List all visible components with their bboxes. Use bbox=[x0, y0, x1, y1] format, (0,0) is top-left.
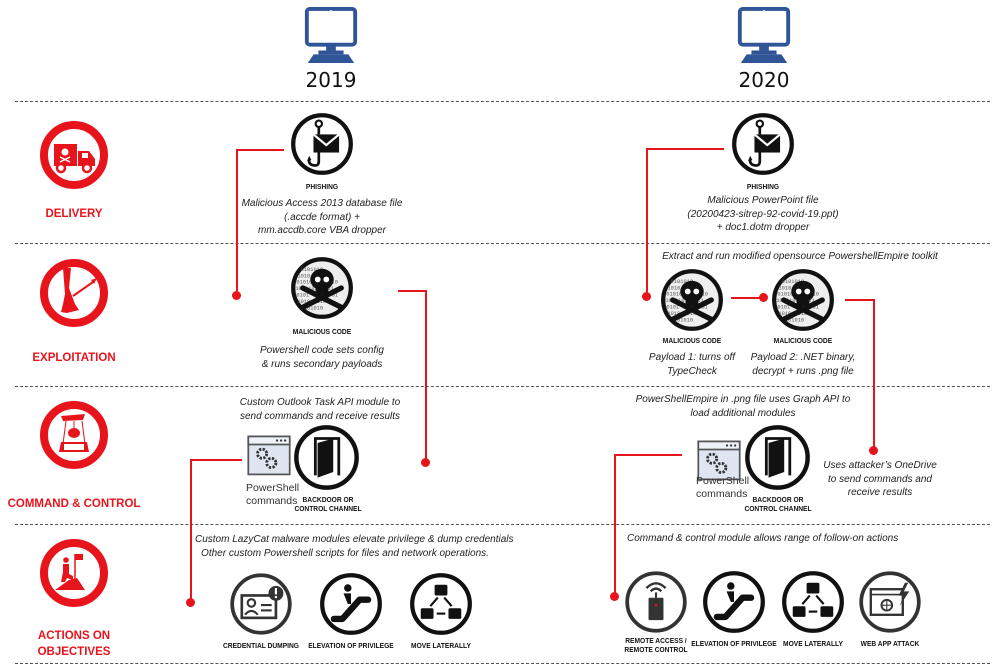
onedrive-side-note: Uses attacker’s OneDrive to send command… bbox=[815, 459, 945, 500]
connector-line bbox=[646, 148, 648, 296]
connector-dot bbox=[759, 293, 768, 302]
malware-truck-icon bbox=[39, 120, 109, 190]
backdoor-caption-2020: BACKDOOR OR CONTROL CHANNEL bbox=[731, 496, 826, 514]
description-line: & runs secondary payloads bbox=[261, 358, 383, 370]
connector-line bbox=[614, 454, 616, 597]
row-divider bbox=[15, 101, 990, 102]
credential-dumping-icon bbox=[229, 572, 293, 636]
backdoor-door-icon bbox=[293, 424, 360, 491]
move-laterally-network-icon bbox=[409, 572, 473, 636]
description-line: Powershell code sets config bbox=[260, 345, 384, 356]
caption-line: BACKDOOR OR bbox=[302, 497, 354, 504]
credential-dumping-caption: CREDENTIAL DUMPING bbox=[223, 643, 299, 650]
delivery-description-2019: Malicious Access 2013 database file (.ac… bbox=[222, 197, 422, 238]
malicious-code-caption-2019: MALICIOUS CODE bbox=[292, 329, 352, 336]
stage-label-actions-on-objectives: ACTIONS ON OBJECTIVES bbox=[0, 629, 149, 660]
remote-access-icon bbox=[624, 570, 688, 634]
year-label-2019: 2019 bbox=[305, 68, 357, 92]
stage-label-line: ACTIONS ON bbox=[37, 630, 111, 642]
web-app-attack-caption: WEB APP ATTACK bbox=[860, 641, 920, 648]
stage-label-line: OBJECTIVES bbox=[37, 645, 111, 658]
phishing-caption-2019: PHISHING bbox=[305, 184, 339, 191]
phishing-icon bbox=[731, 112, 795, 176]
malicious-code-caption-payload1: MALICIOUS CODE bbox=[662, 338, 722, 345]
description-line: (.accde format) + bbox=[284, 211, 360, 223]
label-line: PowerShell bbox=[696, 475, 750, 487]
description-line: to send commands and bbox=[828, 473, 932, 485]
connector-dot bbox=[186, 598, 195, 607]
actions-description-2019: Custom LazyCat malware modules elevate p… bbox=[195, 533, 514, 560]
stage-label-delivery: DELIVERY bbox=[45, 208, 103, 220]
description-line: decrypt + runs .png file bbox=[752, 365, 854, 377]
stage-label-command-control: COMMAND & CONTROL bbox=[7, 498, 141, 510]
elevation-escalator-icon bbox=[702, 570, 766, 634]
flag-summit-icon bbox=[39, 538, 109, 608]
row-divider bbox=[15, 386, 990, 387]
description-line: PowerShellEmpire in .png file uses Graph… bbox=[635, 394, 851, 405]
description-line: Custom Outlook Task API module to bbox=[239, 397, 401, 408]
caption-line: BACKDOOR OR bbox=[752, 497, 804, 504]
elevation-of-privilege-caption-2019: ELEVATION OF PRIVILEGE bbox=[308, 643, 394, 650]
elevation-escalator-icon bbox=[319, 572, 383, 636]
connector-line bbox=[236, 149, 284, 151]
description-line: Malicious PowerPoint file bbox=[707, 195, 819, 206]
malicious-code-caption-payload2: MALICIOUS CODE bbox=[773, 338, 833, 345]
web-app-attack-icon bbox=[858, 570, 922, 634]
label-line: PowerShell bbox=[246, 482, 300, 494]
description-line: (20200423-sitrep-92-covid-19.ppt) bbox=[687, 208, 839, 220]
connector-line bbox=[614, 454, 682, 456]
connector-line bbox=[425, 290, 427, 462]
connector-line bbox=[190, 459, 242, 461]
description-line: load additional modules bbox=[690, 407, 796, 419]
malicious-code-skull-icon bbox=[771, 268, 835, 332]
caption-line: CONTROL CHANNEL bbox=[294, 506, 362, 514]
move-laterally-network-icon bbox=[781, 570, 845, 634]
row-divider bbox=[15, 524, 990, 525]
c2-description-2020: PowerShellEmpire in .png file uses Graph… bbox=[613, 393, 873, 420]
connector-dot bbox=[869, 446, 878, 455]
phishing-caption-2020: PHISHING bbox=[746, 184, 780, 191]
malicious-code-skull-icon bbox=[660, 268, 724, 332]
connector-line bbox=[873, 299, 875, 449]
stage-label-exploitation: EXPLOITATION bbox=[32, 352, 116, 364]
c2-description-2019: Custom Outlook Task API module to send c… bbox=[220, 396, 420, 423]
description-line: receive results bbox=[847, 487, 913, 498]
delivery-description-2020: Malicious PowerPoint file (20200423-sitr… bbox=[663, 194, 863, 235]
connector-dot bbox=[610, 592, 619, 601]
connector-line bbox=[190, 459, 192, 602]
actions-description-2020: Command & control module allows range of… bbox=[627, 533, 899, 544]
connector-line bbox=[398, 290, 426, 292]
description-line: Custom LazyCat malware modules elevate p… bbox=[195, 534, 514, 545]
description-line: Uses attacker’s OneDrive bbox=[823, 460, 937, 471]
malicious-code-skull-icon bbox=[290, 256, 354, 320]
description-line: mm.accdb.core VBA dropper bbox=[257, 225, 387, 236]
powershell-commands-icon bbox=[246, 433, 292, 479]
exploitation-header-2020: Extract and run modified opensource Powe… bbox=[662, 251, 938, 262]
connector-line bbox=[646, 148, 724, 150]
row-divider bbox=[15, 243, 990, 244]
arrow-heel-icon bbox=[39, 258, 109, 328]
connector-dot bbox=[421, 458, 430, 467]
exploitation-description-2019: Powershell code sets config & runs secon… bbox=[222, 344, 422, 371]
desktop-monitor-icon-2020 bbox=[735, 6, 793, 64]
phishing-icon bbox=[290, 112, 354, 176]
description-line: Malicious Access 2013 database file bbox=[241, 198, 403, 209]
description-line: send commands and receive results bbox=[239, 410, 401, 422]
move-laterally-caption-2019: MOVE LATERALLY bbox=[411, 643, 471, 650]
backdoor-door-icon bbox=[744, 424, 811, 491]
connector-line bbox=[845, 299, 874, 301]
connector-dot bbox=[642, 292, 651, 301]
connector-dot bbox=[232, 291, 241, 300]
desktop-monitor-icon-2019 bbox=[302, 6, 360, 64]
description-line: Other custom Powershell scripts for file… bbox=[201, 547, 489, 559]
payload2-description: Payload 2: .NET binary, decrypt + runs .… bbox=[728, 351, 878, 378]
description-line: + doc1.dotm dropper bbox=[716, 222, 810, 233]
backdoor-caption-2019: BACKDOOR OR CONTROL CHANNEL bbox=[281, 496, 376, 514]
connector-line bbox=[236, 149, 238, 295]
year-label-2020: 2020 bbox=[738, 68, 790, 92]
puppet-control-icon bbox=[39, 400, 109, 470]
description-line: Payload 2: .NET binary, bbox=[750, 352, 856, 363]
row-divider bbox=[15, 663, 990, 664]
caption-line: CONTROL CHANNEL bbox=[744, 506, 812, 514]
